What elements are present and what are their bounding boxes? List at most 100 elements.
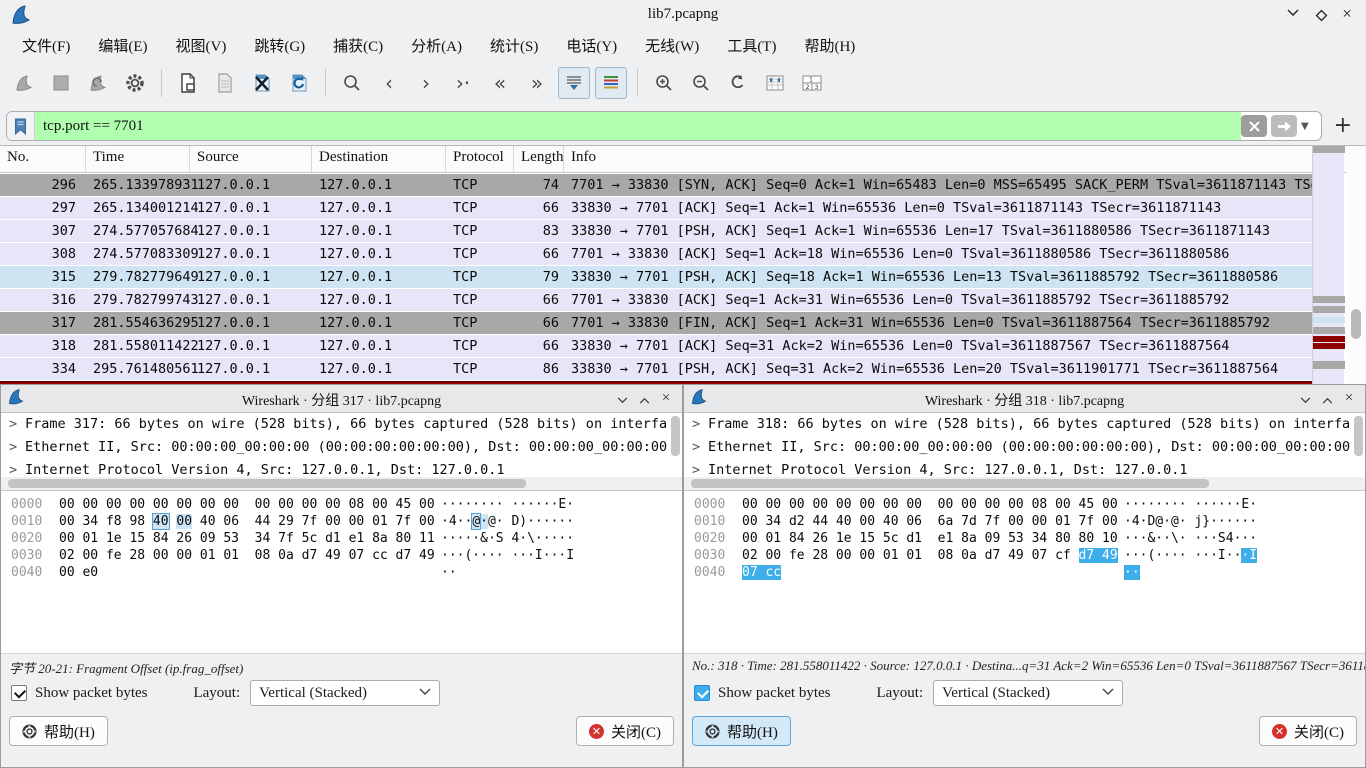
- find-packet-icon[interactable]: [336, 67, 368, 99]
- hex-row-0010[interactable]: 001000 34 f8 98 40 00 40 06 44 29 7f 00 …: [11, 513, 682, 530]
- column-header-length[interactable]: Length: [514, 146, 564, 172]
- help-button[interactable]: 帮助(H): [692, 716, 791, 746]
- expander-icon[interactable]: >: [692, 459, 700, 477]
- zoom-reset-icon[interactable]: [722, 67, 754, 99]
- hex-row-0030[interactable]: 003002 00 fe 28 00 00 01 01 08 0a d7 49 …: [11, 547, 682, 564]
- expander-icon[interactable]: >: [692, 413, 700, 436]
- add-filter-button[interactable]: +: [1334, 113, 1352, 138]
- hex-row-0000[interactable]: 000000 00 00 00 00 00 00 00 00 00 00 00 …: [694, 496, 1365, 513]
- expander-icon[interactable]: >: [9, 436, 17, 459]
- window-close-icon[interactable]: ×: [1338, 7, 1356, 23]
- column-header-protocol[interactable]: Protocol: [446, 146, 514, 172]
- window-minimize-icon[interactable]: [1284, 7, 1302, 23]
- menu-item-5[interactable]: 分析(A): [399, 32, 474, 59]
- start-capture-icon[interactable]: [8, 67, 40, 99]
- packet-list-scrollbar[interactable]: [1346, 146, 1366, 385]
- menu-item-2[interactable]: 视图(V): [164, 32, 239, 59]
- dialog-close-icon[interactable]: ×: [658, 391, 674, 407]
- tree-scrollbar-thumb[interactable]: [1354, 416, 1363, 456]
- dialog-minimize-icon[interactable]: [614, 391, 630, 407]
- tree-scrollbar-thumb[interactable]: [671, 416, 680, 456]
- window-maximize-icon[interactable]: [1312, 7, 1330, 23]
- apply-filter-icon[interactable]: [1271, 115, 1297, 137]
- dialog-maximize-icon[interactable]: [1319, 391, 1335, 407]
- menu-item-0[interactable]: 文件(F): [10, 32, 82, 59]
- packet-bytes-hexdump[interactable]: 000000 00 00 00 00 00 00 00 00 00 00 00 …: [1, 490, 682, 654]
- menu-item-6[interactable]: 统计(S): [478, 32, 550, 59]
- menu-item-9[interactable]: 工具(T): [715, 32, 788, 59]
- filter-dropdown-caret-icon[interactable]: ▼: [1301, 121, 1317, 132]
- go-to-packet-icon[interactable]: ›·: [447, 67, 479, 99]
- close-file-icon[interactable]: [246, 67, 278, 99]
- hex-row-0030[interactable]: 003002 00 fe 28 00 00 01 01 08 0a d7 49 …: [694, 547, 1365, 564]
- go-last-packet-icon[interactable]: »: [521, 67, 553, 99]
- column-header-source[interactable]: Source: [190, 146, 312, 172]
- tree-item-0[interactable]: >Frame 318: 66 bytes on wire (528 bits),…: [684, 413, 1365, 436]
- hex-row-0010[interactable]: 001000 34 d2 44 40 00 40 06 6a 7d 7f 00 …: [694, 513, 1365, 530]
- zoom-out-icon[interactable]: [685, 67, 717, 99]
- hex-row-0040[interactable]: 004000 e0··: [11, 564, 682, 581]
- menu-item-1[interactable]: 编辑(E): [86, 32, 159, 59]
- tree-hscrollbar[interactable]: [684, 477, 1365, 490]
- dialog-maximize-icon[interactable]: [636, 391, 652, 407]
- go-back-icon[interactable]: ‹: [373, 67, 405, 99]
- filter-bookmark-icon[interactable]: [7, 112, 35, 140]
- open-file-icon[interactable]: [172, 67, 204, 99]
- tree-hscrollbar[interactable]: [1, 477, 682, 490]
- layout-dropdown[interactable]: Vertical (Stacked): [933, 680, 1123, 706]
- menu-item-3[interactable]: 跳转(G): [242, 32, 317, 59]
- auto-scroll-icon[interactable]: [558, 67, 590, 99]
- reload-file-icon[interactable]: [283, 67, 315, 99]
- tree-item-2[interactable]: >Internet Protocol Version 4, Src: 127.0…: [1, 459, 682, 477]
- packet-row-317[interactable]: 317281.554636295127.0.0.1127.0.0.1TCP667…: [0, 312, 1312, 335]
- display-filter-input[interactable]: [35, 112, 1241, 140]
- clear-filter-icon[interactable]: [1241, 115, 1267, 137]
- tree-hscrollbar-thumb[interactable]: [8, 479, 526, 488]
- packet-row-334[interactable]: 334295.761480561127.0.0.1127.0.0.1TCP863…: [0, 358, 1312, 381]
- packet-row-318[interactable]: 318281.558011422127.0.0.1127.0.0.1TCP663…: [0, 335, 1312, 358]
- menu-item-10[interactable]: 帮助(H): [792, 32, 867, 59]
- packet-row-296[interactable]: 296265.133978931127.0.0.1127.0.0.1TCP747…: [0, 174, 1312, 197]
- packet-list-scrollbar-thumb[interactable]: [1351, 309, 1361, 339]
- tree-item-1[interactable]: >Ethernet II, Src: 00:00:00_00:00:00 (00…: [684, 436, 1365, 459]
- packet-row-297[interactable]: 297265.134001214127.0.0.1127.0.0.1TCP663…: [0, 197, 1312, 220]
- menu-item-7[interactable]: 电话(Y): [554, 32, 629, 59]
- packet-detail-tree[interactable]: >Frame 317: 66 bytes on wire (528 bits),…: [1, 413, 682, 477]
- resize-columns-icon[interactable]: [759, 67, 791, 99]
- intelligent-scrollbar-minimap[interactable]: [1312, 146, 1344, 385]
- show-packet-bytes-checkbox[interactable]: [694, 685, 710, 701]
- packet-row-308[interactable]: 308274.577083309127.0.0.1127.0.0.1TCP667…: [0, 243, 1312, 266]
- hex-row-0020[interactable]: 002000 01 1e 15 84 26 09 53 34 7f 5c d1 …: [11, 530, 682, 547]
- expander-icon[interactable]: >: [9, 413, 17, 436]
- column-header-destination[interactable]: Destination: [312, 146, 446, 172]
- layout-dropdown[interactable]: Vertical (Stacked): [250, 680, 440, 706]
- close-button[interactable]: ✕ 关闭(C): [576, 716, 674, 746]
- packet-row-315[interactable]: 315279.782779649127.0.0.1127.0.0.1TCP793…: [0, 266, 1312, 289]
- show-packet-bytes-checkbox[interactable]: [11, 685, 27, 701]
- tree-item-0[interactable]: >Frame 317: 66 bytes on wire (528 bits),…: [1, 413, 682, 436]
- colorize-icon[interactable]: [595, 67, 627, 99]
- zoom-in-icon[interactable]: [648, 67, 680, 99]
- stop-capture-icon[interactable]: [45, 67, 77, 99]
- hex-row-0000[interactable]: 000000 00 00 00 00 00 00 00 00 00 00 00 …: [11, 496, 682, 513]
- column-header-no[interactable]: No.: [0, 146, 86, 172]
- capture-options-icon[interactable]: [119, 67, 151, 99]
- hex-row-0040[interactable]: 004007 cc··: [694, 564, 1365, 581]
- expander-icon[interactable]: >: [692, 436, 700, 459]
- reorder-columns-icon[interactable]: 123: [796, 67, 828, 99]
- go-first-packet-icon[interactable]: «: [484, 67, 516, 99]
- help-button[interactable]: 帮助(H): [9, 716, 108, 746]
- restart-capture-icon[interactable]: [82, 67, 114, 99]
- expander-icon[interactable]: >: [9, 459, 17, 477]
- dialog-close-icon[interactable]: ×: [1341, 391, 1357, 407]
- packet-row-307[interactable]: 307274.577057684127.0.0.1127.0.0.1TCP833…: [0, 220, 1312, 243]
- save-file-icon[interactable]: [209, 67, 241, 99]
- hex-row-0020[interactable]: 002000 01 84 26 1e 15 5c d1 e1 8a 09 53 …: [694, 530, 1365, 547]
- close-button[interactable]: ✕ 关闭(C): [1259, 716, 1357, 746]
- column-header-time[interactable]: Time: [86, 146, 190, 172]
- packet-detail-tree[interactable]: >Frame 318: 66 bytes on wire (528 bits),…: [684, 413, 1365, 477]
- packet-bytes-hexdump[interactable]: 000000 00 00 00 00 00 00 00 00 00 00 00 …: [684, 490, 1365, 654]
- tree-hscrollbar-thumb[interactable]: [691, 479, 1209, 488]
- menu-item-8[interactable]: 无线(W): [633, 32, 711, 59]
- menu-item-4[interactable]: 捕获(C): [321, 32, 395, 59]
